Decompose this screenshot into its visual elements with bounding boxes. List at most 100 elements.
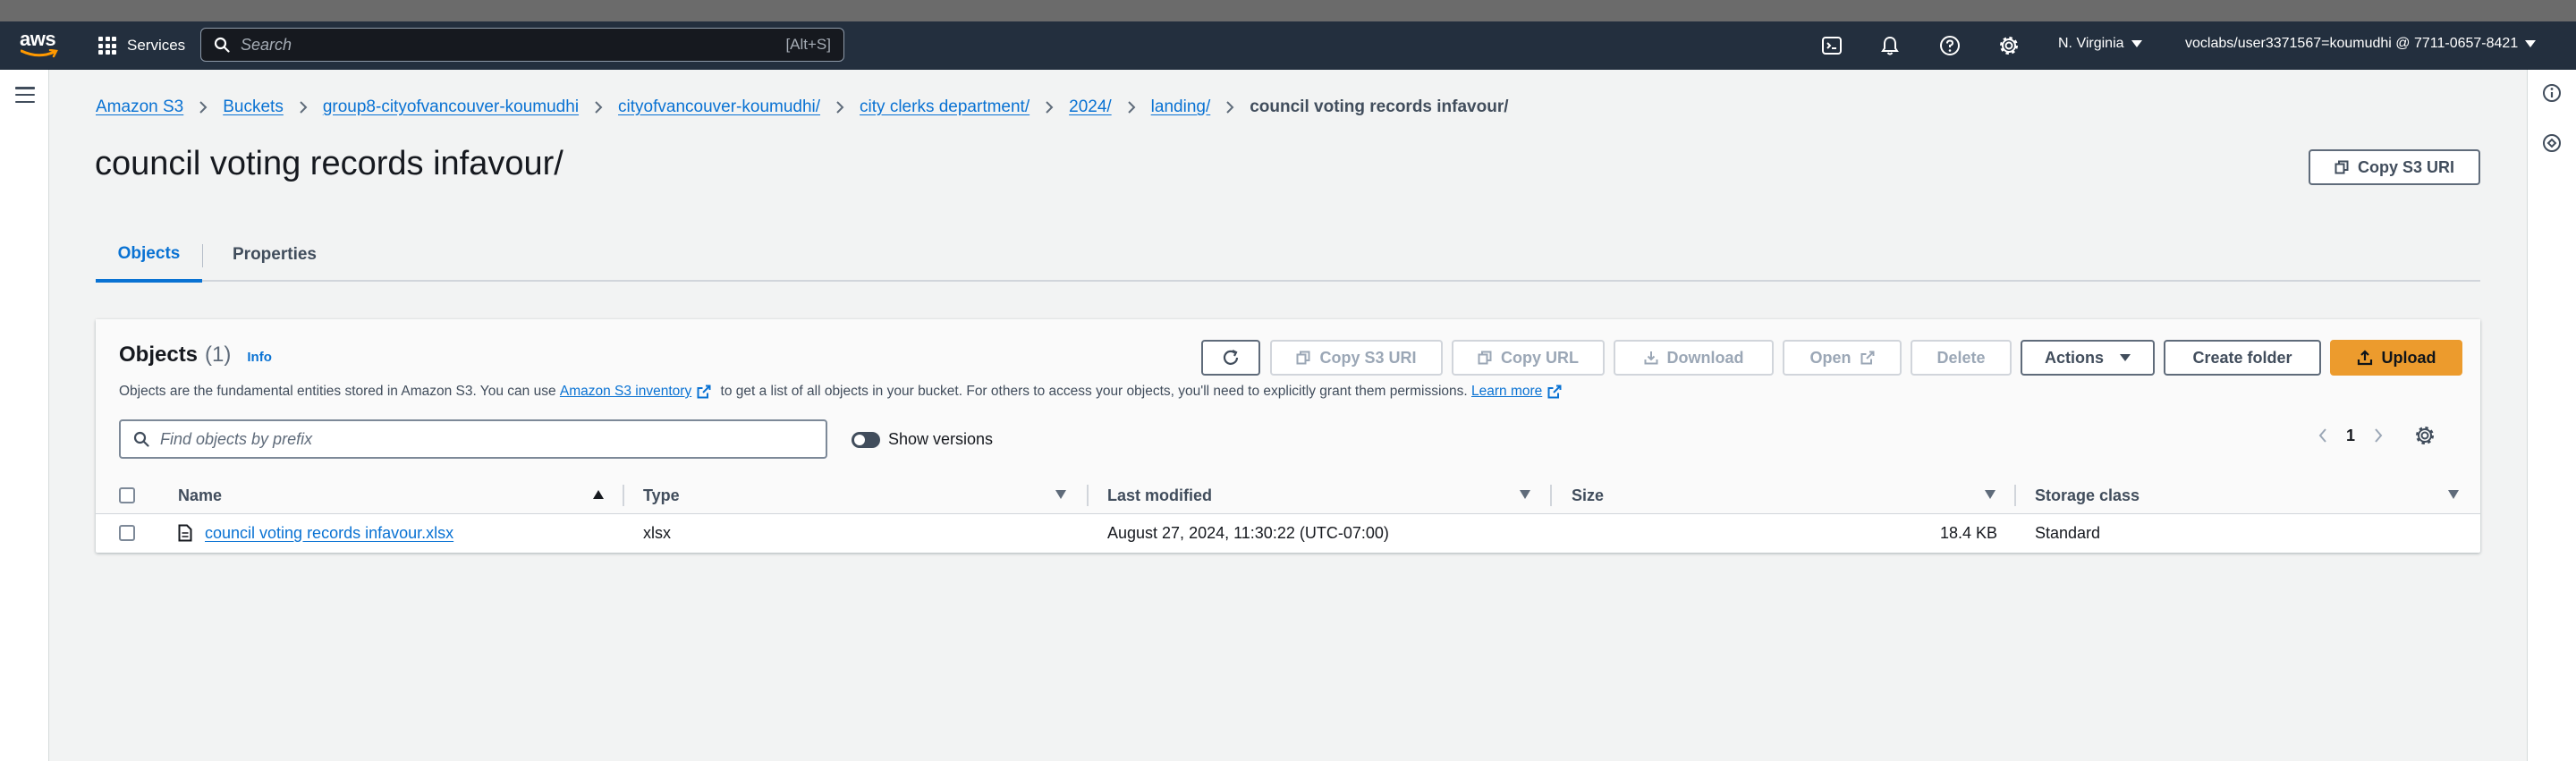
column-header-type[interactable]: Type — [643, 477, 680, 514]
sort-ascending-icon[interactable] — [593, 490, 604, 499]
s3-inventory-link[interactable]: Amazon S3 inventory — [560, 384, 691, 400]
breadcrumb-link[interactable]: group8-cityofvancouver-koumudhi — [323, 97, 579, 117]
sort-icon[interactable] — [1055, 490, 1066, 499]
search-icon — [133, 431, 149, 447]
create-folder-label: Create folder — [2192, 348, 2292, 367]
right-side-rail — [2527, 70, 2576, 761]
external-link-icon — [697, 385, 711, 399]
select-all-checkbox[interactable] — [119, 487, 135, 503]
services-menu[interactable]: Services — [98, 33, 185, 58]
info-link[interactable]: Info — [247, 350, 272, 365]
tab-list: Objects Properties — [96, 228, 2480, 283]
chevron-right-icon — [1127, 101, 1136, 114]
browser-strip — [0, 0, 2576, 21]
copy-icon — [1478, 351, 1492, 365]
row-checkbox[interactable] — [119, 525, 135, 541]
download-button[interactable]: Download — [1614, 340, 1774, 376]
pagination: 1 — [2318, 425, 2436, 446]
copy-s3-uri-label: Copy S3 URI — [2357, 157, 2455, 176]
breadcrumb-link[interactable]: Amazon S3 — [96, 97, 183, 117]
refresh-button[interactable] — [1201, 340, 1260, 376]
services-label: Services — [127, 37, 186, 54]
show-versions-label: Show versions — [888, 430, 994, 448]
table-header: Name Type Last modified Size Storage cla… — [96, 477, 2480, 514]
breadcrumb: Amazon S3 Buckets group8-cityofvancouver… — [96, 96, 1509, 119]
current-page[interactable]: 1 — [2346, 427, 2355, 445]
upload-button[interactable]: Upload — [2330, 340, 2462, 376]
open-button[interactable]: Open — [1783, 340, 1902, 376]
objects-heading: Objects (1) Info — [119, 342, 272, 368]
sort-icon[interactable] — [1520, 490, 1530, 499]
delete-label: Delete — [1936, 348, 1986, 367]
find-objects-placeholder: Find objects by prefix — [160, 429, 313, 448]
show-versions-toggle[interactable] — [852, 432, 880, 448]
settings-icon[interactable] — [1998, 35, 2020, 56]
sort-icon[interactable] — [1985, 490, 1996, 499]
tab-objects[interactable]: Objects — [96, 228, 202, 283]
objects-panel: Objects (1) Info Copy S3 URI Copy URL Do… — [96, 319, 2480, 553]
column-header-storage-class[interactable]: Storage class — [2035, 477, 2140, 514]
breadcrumb-link[interactable]: Buckets — [223, 97, 284, 117]
copy-icon — [1296, 351, 1310, 365]
column-header-size[interactable]: Size — [1572, 477, 1604, 514]
menu-icon[interactable] — [15, 87, 35, 103]
object-last-modified-cell: August 27, 2024, 11:30:22 (UTC-07:00) — [1107, 523, 1389, 542]
find-objects-input[interactable]: Find objects by prefix — [119, 419, 827, 459]
cloudshell-icon[interactable] — [1821, 35, 1843, 56]
copy-s3-uri-label: Copy S3 URI — [1319, 348, 1417, 367]
aws-logo-text: aws — [20, 28, 56, 50]
external-link-icon — [1860, 351, 1874, 365]
copy-url-button[interactable]: Copy URL — [1452, 340, 1605, 376]
search-input[interactable]: Search [Alt+S] — [200, 28, 844, 62]
left-side-rail — [0, 70, 49, 761]
page-title: council voting records infavour/ — [95, 145, 564, 182]
top-navigation: aws Services Search [Alt+S] N. Virginia … — [0, 21, 2576, 70]
aws-logo[interactable]: aws — [20, 30, 59, 61]
breadcrumb-link[interactable]: city clerks department/ — [860, 97, 1030, 117]
chevron-right-icon — [836, 101, 844, 114]
preferences-gear-icon[interactable] — [2414, 425, 2436, 446]
chevron-right-icon — [1046, 101, 1054, 114]
copy-s3-uri-header-button[interactable]: Copy S3 URI — [2309, 149, 2480, 185]
objects-panel-header: Objects (1) Info Copy S3 URI Copy URL Do… — [96, 319, 2480, 477]
object-storage-class-cell: Standard — [2035, 523, 2101, 542]
breadcrumb-current: council voting records infavour/ — [1250, 97, 1509, 116]
bell-icon[interactable] — [1879, 35, 1901, 56]
open-label: Open — [1809, 348, 1852, 367]
column-divider[interactable] — [623, 485, 624, 506]
object-name-link[interactable]: council voting records infavour.xlsx — [205, 524, 453, 543]
column-divider[interactable] — [1550, 485, 1552, 506]
column-divider[interactable] — [1087, 485, 1089, 506]
objects-title: Objects — [119, 342, 199, 367]
upload-icon — [2357, 350, 2372, 366]
learn-more-link[interactable]: Learn more — [1471, 384, 1542, 400]
actions-dropdown[interactable]: Actions — [2021, 340, 2155, 376]
breadcrumb-link[interactable]: 2024/ — [1069, 97, 1112, 117]
create-folder-button[interactable]: Create folder — [2164, 340, 2321, 376]
chevron-right-icon — [199, 101, 208, 114]
column-divider[interactable] — [2014, 485, 2016, 506]
account-menu[interactable]: voclabs/user3371567=koumudhi @ 7711-0657… — [2185, 36, 2537, 52]
tab-properties[interactable]: Properties — [203, 228, 346, 282]
copy-s3-uri-button[interactable]: Copy S3 URI — [1270, 340, 1443, 376]
caret-down-icon — [2120, 354, 2131, 361]
object-type-cell: xlsx — [643, 523, 671, 542]
refresh-icon — [1223, 350, 1239, 365]
description-text: Objects are the fundamental entities sto… — [119, 384, 560, 399]
breadcrumb-link[interactable]: cityofvancouver-koumudhi/ — [618, 97, 820, 117]
region-label: N. Virginia — [2058, 36, 2124, 51]
breadcrumb-link[interactable]: landing/ — [1151, 97, 1211, 117]
delete-button[interactable]: Delete — [1911, 340, 2012, 376]
chevron-right-icon[interactable] — [2373, 427, 2384, 444]
column-header-last-modified[interactable]: Last modified — [1107, 477, 1212, 514]
sort-icon[interactable] — [2448, 490, 2459, 499]
copy-url-label: Copy URL — [1501, 348, 1579, 367]
assistant-icon[interactable] — [2542, 133, 2562, 153]
chevron-left-icon[interactable] — [2318, 427, 2328, 444]
column-header-name[interactable]: Name — [178, 477, 222, 514]
services-grid-icon — [98, 37, 116, 55]
region-selector[interactable]: N. Virginia — [2058, 36, 2142, 52]
info-panel-icon[interactable] — [2542, 83, 2562, 103]
search-placeholder: Search — [241, 35, 292, 54]
help-icon[interactable] — [1939, 35, 1961, 56]
